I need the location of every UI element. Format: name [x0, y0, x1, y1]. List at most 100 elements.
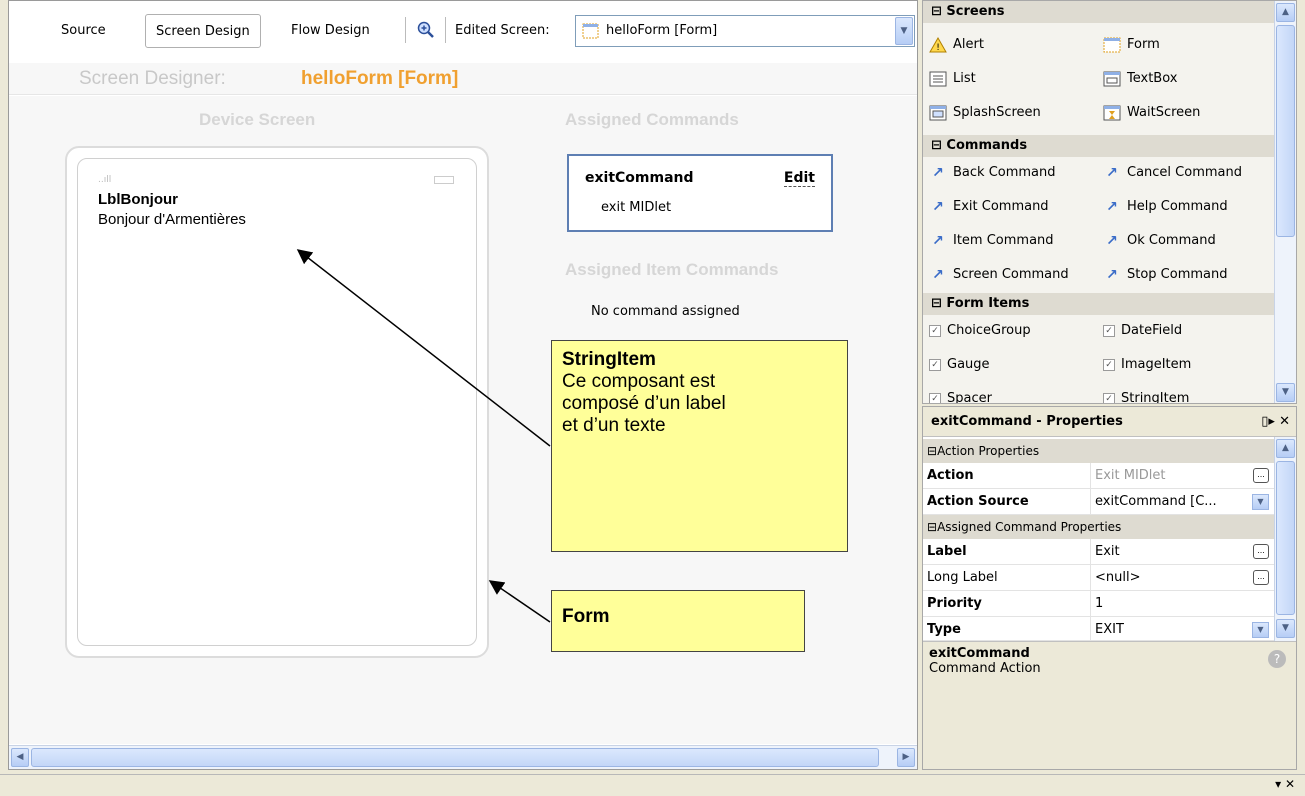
checkbox-icon: ✓ [929, 325, 941, 337]
command-description: exit MIDlet [601, 200, 672, 215]
palette-category-screens[interactable]: ⊟ Screens [923, 1, 1275, 23]
palette-item-stringitem[interactable]: ✓ StringItem [1103, 389, 1189, 403]
properties-panel: exitCommand - Properties ▯▸ ✕ ⊟Action Pr… [922, 406, 1297, 770]
checkbox-icon: ✓ [1103, 359, 1115, 371]
palette-item-gauge[interactable]: ✓ Gauge [929, 355, 990, 375]
scrollbar-thumb[interactable] [1276, 25, 1295, 237]
battery-icon [434, 176, 454, 184]
close-icon[interactable]: ✕ [1285, 777, 1295, 791]
bottom-status-strip: ▾ ✕ [0, 774, 1305, 796]
properties-vertical-scrollbar[interactable]: ▲ ▼ [1274, 437, 1296, 641]
no-item-command-text: No command assigned [591, 304, 740, 319]
ellipsis-button[interactable]: ... [1253, 468, 1269, 483]
palette-item-list[interactable]: List [929, 69, 976, 89]
palette-item-alert[interactable]: ! Alert [929, 35, 984, 55]
command-icon: ↗ [932, 165, 944, 181]
tab-screen-design[interactable]: Screen Design [145, 14, 261, 48]
help-icon[interactable]: ? [1268, 650, 1286, 668]
bottom-window-controls: ▾ ✕ [1275, 777, 1295, 791]
pin-icon[interactable]: ▯▸ [1261, 414, 1275, 429]
horizontal-scrollbar[interactable]: ◀ ▶ [9, 745, 917, 769]
checkbox-icon: ✓ [1103, 393, 1115, 403]
palette-item-datefield[interactable]: ✓ DateField [1103, 321, 1182, 341]
stringitem-text[interactable]: Bonjour d'Armentières [98, 211, 246, 228]
property-row-long-label[interactable]: Long Label <null>... [923, 565, 1275, 591]
palette-item-form[interactable]: Form [1103, 35, 1160, 55]
tab-flow-design[interactable]: Flow Design [281, 14, 380, 48]
description-title: exitCommand [929, 646, 1030, 661]
signal-icon: ..ıll [98, 175, 112, 185]
edited-screen-value: helloForm [Form] [606, 23, 718, 38]
palette-item-help-command[interactable]: ↗ Help Command [1103, 197, 1227, 217]
chevron-down-icon[interactable]: ▼ [895, 17, 913, 45]
property-row-action-source[interactable]: Action Source exitCommand [C... ▼ [923, 489, 1275, 515]
scrollbar-thumb[interactable] [31, 748, 879, 767]
assigned-commands-heading: Assigned Commands [565, 110, 739, 129]
scroll-down-icon[interactable]: ▼ [1276, 383, 1295, 402]
command-icon: ↗ [932, 267, 944, 283]
palette-item-cancel-command[interactable]: ↗ Cancel Command [1103, 163, 1242, 183]
scroll-right-icon[interactable]: ▶ [897, 748, 915, 767]
property-section-assigned-command[interactable]: ⊟Assigned Command Properties [923, 515, 1275, 539]
palette-item-screen-command[interactable]: ↗ Screen Command [929, 265, 1069, 285]
palette-vertical-scrollbar[interactable]: ▲ ▼ [1274, 1, 1296, 403]
property-row-priority[interactable]: Priority 1 [923, 591, 1275, 617]
properties-title: exitCommand - Properties [923, 407, 1296, 437]
property-section-action[interactable]: ⊟Action Properties [923, 439, 1275, 463]
scroll-up-icon[interactable]: ▲ [1276, 3, 1295, 22]
chevron-down-icon[interactable]: ▼ [1252, 622, 1269, 638]
edited-screen-dropdown[interactable]: helloForm [Form] ▼ [575, 15, 915, 47]
command-edit-link[interactable]: Edit [783, 170, 815, 187]
command-icon: ↗ [1106, 267, 1118, 283]
form-icon [582, 23, 599, 39]
form-annotation-note: Form [551, 590, 805, 652]
palette-item-spacer[interactable]: ✓ Spacer [929, 389, 992, 403]
note-title: StringItem [562, 349, 656, 370]
toolbar-separator [445, 17, 446, 43]
scroll-down-icon[interactable]: ▼ [1276, 619, 1295, 638]
form-icon [1103, 37, 1121, 53]
stringitem-label[interactable]: LblBonjour [98, 191, 178, 208]
checkbox-icon: ✓ [929, 393, 941, 403]
note-line: Ce composant est [562, 371, 716, 392]
palette-item-imageitem[interactable]: ✓ ImageItem [1103, 355, 1191, 375]
edited-screen-label: Edited Screen: [455, 23, 550, 38]
scroll-up-icon[interactable]: ▲ [1276, 439, 1295, 458]
textbox-icon [1103, 71, 1121, 87]
palette-item-stop-command[interactable]: ↗ Stop Command [1103, 265, 1227, 285]
designer-title-name: helloForm [Form] [301, 68, 459, 89]
palette-item-exit-command[interactable]: ↗ Exit Command [929, 197, 1048, 217]
palette-item-item-command[interactable]: ↗ Item Command [929, 231, 1053, 251]
command-icon: ↗ [932, 233, 944, 249]
chevron-down-icon[interactable]: ▼ [1252, 494, 1269, 510]
palette-category-form-items[interactable]: ⊟ Form Items [923, 293, 1275, 315]
minimize-icon[interactable]: ▾ [1275, 777, 1281, 791]
designer-toolbar: Source Screen Design Flow Design Edited … [9, 1, 917, 63]
designer-title-bar: Screen Designer: helloForm [Form] [9, 63, 917, 95]
property-row-type[interactable]: Type EXIT ▼ [923, 617, 1275, 641]
palette-category-commands[interactable]: ⊟ Commands [923, 135, 1275, 157]
toolbar-separator [405, 17, 406, 43]
scroll-left-icon[interactable]: ◀ [11, 748, 29, 767]
component-palette: ⊟ Screens ! Alert Form List TextBox Spla… [922, 0, 1297, 404]
palette-item-waitscreen[interactable]: WaitScreen [1103, 103, 1200, 123]
ellipsis-button[interactable]: ... [1253, 570, 1269, 585]
palette-item-textbox[interactable]: TextBox [1103, 69, 1177, 89]
close-icon[interactable]: ✕ [1279, 414, 1290, 429]
palette-item-back-command[interactable]: ↗ Back Command [929, 163, 1055, 183]
palette-item-splashscreen[interactable]: SplashScreen [929, 103, 1041, 123]
palette-item-ok-command[interactable]: ↗ Ok Command [1103, 231, 1216, 251]
list-icon [929, 71, 947, 87]
tab-source[interactable]: Source [51, 14, 116, 48]
note-line: et d’un texte [562, 415, 666, 436]
zoom-in-icon[interactable] [417, 21, 435, 39]
device-screen-form[interactable]: ..ıll LblBonjour Bonjour d'Armentières [77, 158, 477, 646]
property-row-action[interactable]: Action Exit MIDlet... [923, 463, 1275, 489]
scrollbar-thumb[interactable] [1276, 461, 1295, 615]
alert-icon: ! [929, 37, 947, 53]
palette-item-choicegroup[interactable]: ✓ ChoiceGroup [929, 321, 1031, 341]
ellipsis-button[interactable]: ... [1253, 544, 1269, 559]
device-screen-heading: Device Screen [199, 110, 316, 129]
assigned-command-card[interactable]: exitCommand Edit exit MIDlet [567, 154, 833, 232]
property-row-label[interactable]: Label Exit... [923, 539, 1275, 565]
